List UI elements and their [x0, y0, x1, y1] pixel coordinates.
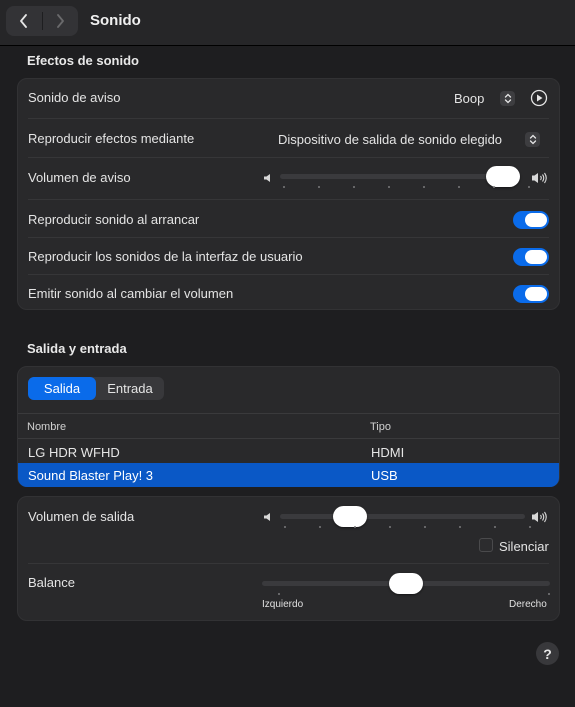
divider [28, 563, 549, 564]
slider-tick [318, 186, 320, 188]
ui-sounds-row: Reproducir los sonidos de la interfaz de… [28, 237, 549, 274]
alert-sound-select[interactable]: Boop [454, 91, 484, 106]
startup-sound-row: Reproducir sonido al arrancar [28, 199, 549, 237]
navigation-buttons [6, 6, 78, 36]
tab-salida[interactable]: Salida [28, 377, 96, 400]
play-via-select[interactable]: Dispositivo de salida de sonido elegido [278, 132, 502, 147]
output-volume-label: Volumen de salida [28, 509, 135, 524]
slider-tick [494, 526, 496, 528]
slider-tick [423, 186, 425, 188]
speaker-high-icon [532, 172, 547, 184]
volume-feedback-row: Emitir sonido al cambiar el volumen [28, 274, 549, 311]
output-volume-card: Volumen de salida Silenciar Balance Izqu… [17, 496, 560, 621]
output-volume-slider[interactable] [280, 506, 525, 527]
slider-tick [529, 526, 531, 528]
startup-sound-toggle[interactable] [513, 211, 549, 229]
device-row-selected[interactable]: Sound Blaster Play! 3 USB [18, 463, 559, 487]
slider-tick [493, 186, 495, 188]
play-circle-icon [530, 89, 548, 107]
slider-tick [458, 186, 460, 188]
slider-tick [283, 186, 285, 188]
speaker-low-icon [264, 174, 270, 182]
sound-effects-card: Sonido de aviso Boop Reproducir efectos … [17, 78, 560, 310]
slider-tick [459, 526, 461, 528]
play-via-stepper[interactable] [525, 132, 540, 147]
forward-button[interactable] [42, 6, 78, 36]
balance-slider[interactable] [262, 573, 550, 594]
volume-feedback-toggle[interactable] [513, 285, 549, 303]
toggle-knob [525, 250, 547, 264]
speaker-high-icon [532, 511, 547, 523]
output-volume-track [280, 514, 525, 519]
balance-tick-right [548, 593, 550, 595]
device-name: Sound Blaster Play! 3 [28, 468, 154, 483]
alert-volume-track [280, 174, 520, 179]
sound-effects-heading: Efectos de sonido [27, 53, 139, 68]
slider-tick [528, 186, 530, 188]
slider-tick [389, 526, 391, 528]
window-title: Sonido [90, 12, 141, 29]
ui-sounds-label: Reproducir los sonidos de la interfaz de… [28, 249, 303, 264]
play-via-row: Reproducir efectos mediante Dispositivo … [28, 118, 549, 157]
tab-entrada[interactable]: Entrada [96, 377, 164, 400]
up-down-chevron-icon [529, 134, 536, 145]
play-via-label: Reproducir efectos mediante [28, 131, 195, 146]
balance-thumb[interactable] [389, 573, 423, 594]
alert-sound-stepper[interactable] [500, 91, 515, 106]
play-preview-button[interactable] [530, 89, 548, 110]
alert-sound-row: Sonido de aviso Boop [28, 79, 549, 118]
slider-tick [319, 526, 321, 528]
back-button[interactable] [6, 6, 42, 36]
balance-left-label: Izquierdo [262, 599, 304, 610]
chevron-right-icon [57, 14, 65, 28]
output-input-tabs: Salida Entrada [28, 377, 164, 400]
output-volume-thumb[interactable] [332, 506, 367, 527]
output-input-heading: Salida y entrada [27, 341, 127, 356]
balance-label: Balance [28, 575, 75, 590]
balance-tick-left [278, 593, 280, 595]
device-name: LG HDR WFHD [28, 445, 120, 460]
slider-tick [388, 186, 390, 188]
up-down-chevron-icon [504, 93, 511, 104]
mute-checkbox[interactable] [479, 538, 493, 552]
toggle-knob [525, 287, 547, 301]
slider-tick [353, 186, 355, 188]
balance-right-label: Derecho [509, 599, 547, 610]
slider-tick [424, 526, 426, 528]
device-type: USB [371, 468, 398, 483]
column-type-header[interactable]: Tipo [370, 421, 391, 433]
mute-label: Silenciar [499, 539, 549, 554]
alert-volume-label: Volumen de aviso [28, 170, 131, 185]
device-type: HDMI [371, 445, 405, 460]
device-row[interactable]: LG HDR WFHD HDMI [18, 440, 559, 464]
slider-tick [284, 526, 286, 528]
speaker-low-icon [264, 513, 270, 521]
alert-volume-thumb[interactable] [486, 166, 520, 187]
devices-card: Salida Entrada Nombre Tipo LG HDR WFHD H… [17, 366, 560, 487]
alert-volume-row: Volumen de aviso [28, 157, 549, 199]
help-button[interactable]: ? [536, 642, 559, 665]
startup-sound-label: Reproducir sonido al arrancar [28, 212, 200, 227]
chevron-left-icon [19, 14, 27, 28]
slider-tick [354, 526, 356, 528]
alert-sound-label: Sonido de aviso [28, 90, 121, 105]
volume-feedback-label: Emitir sonido al cambiar el volumen [28, 286, 234, 301]
devices-table-header: Nombre Tipo [18, 413, 559, 439]
toggle-knob [525, 213, 547, 227]
ui-sounds-toggle[interactable] [513, 248, 549, 266]
column-name-header[interactable]: Nombre [27, 421, 66, 433]
alert-volume-slider[interactable] [280, 166, 520, 187]
title-bar: Sonido [0, 0, 575, 46]
